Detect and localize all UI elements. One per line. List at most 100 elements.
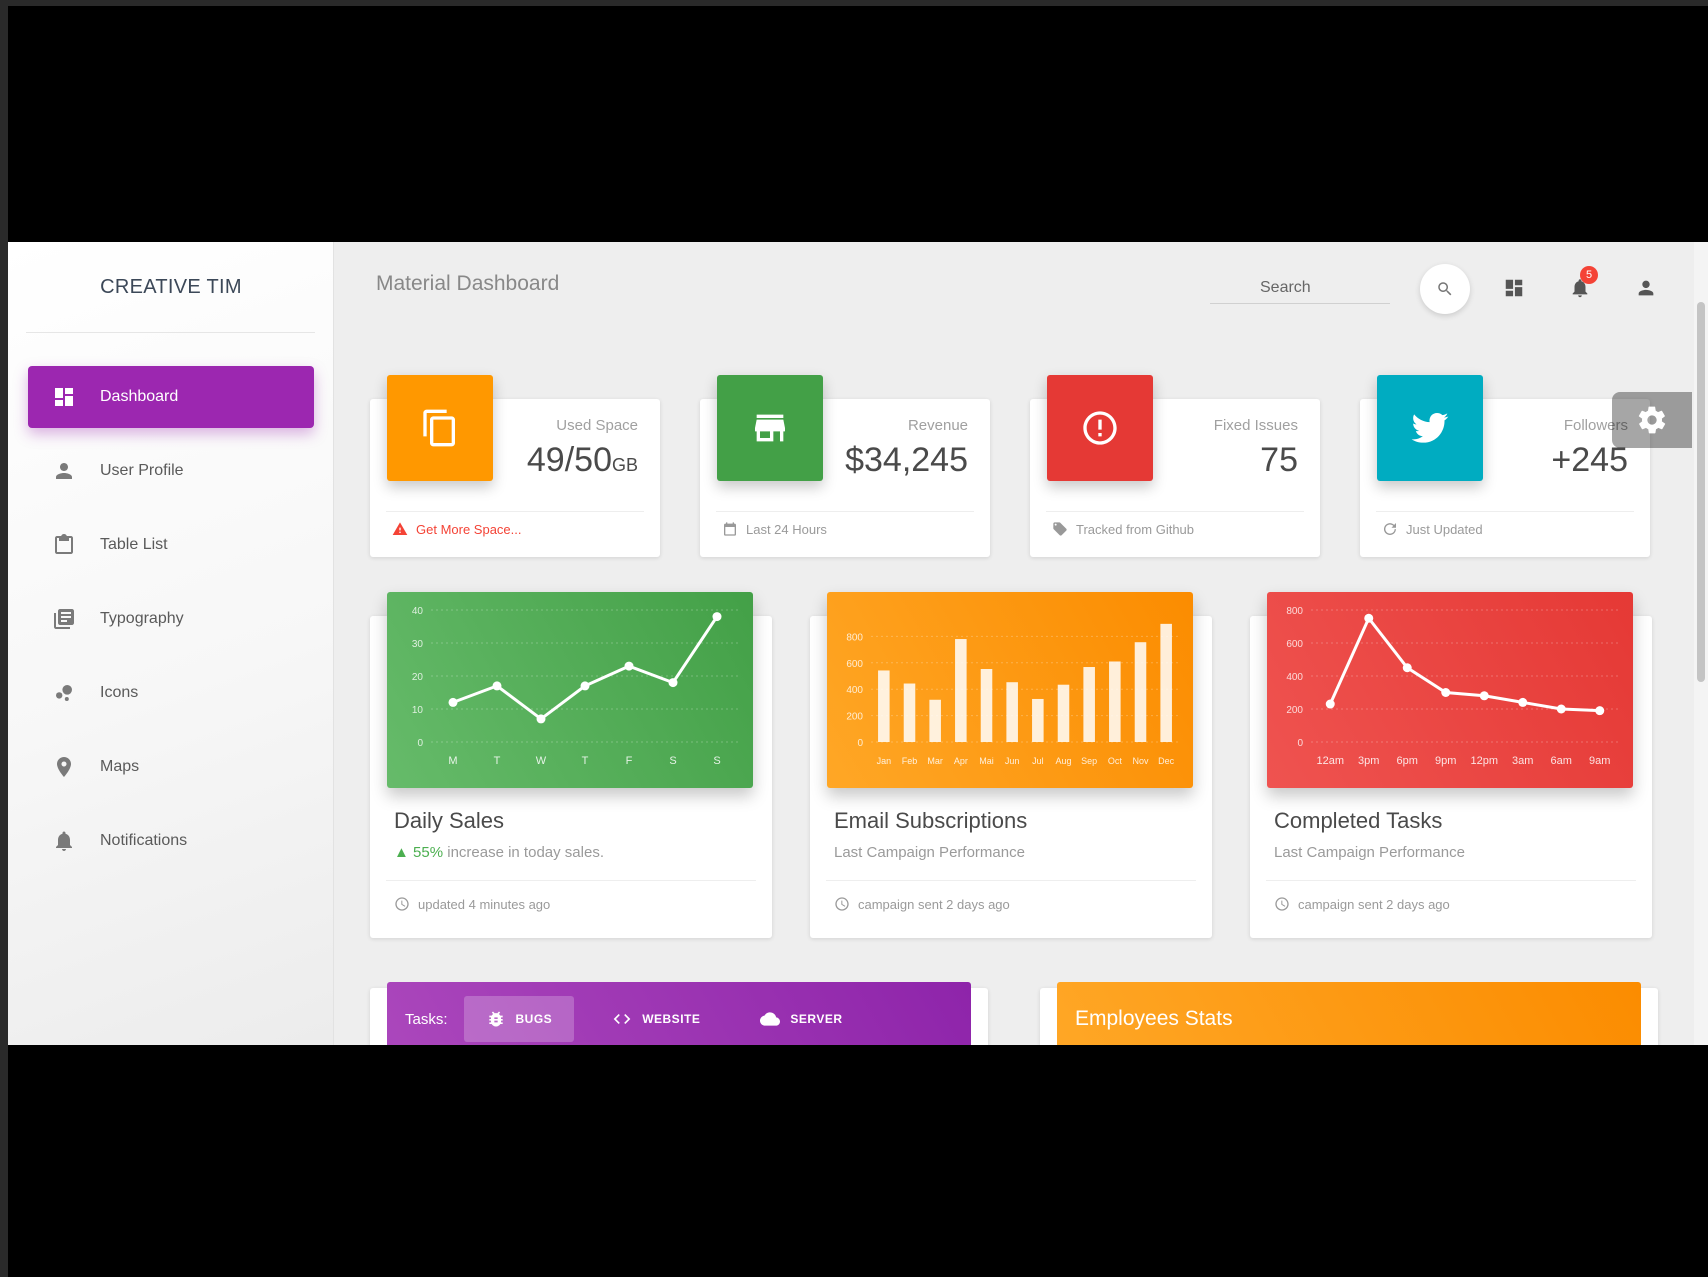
data-point (580, 681, 590, 691)
x-tick-label: Apr (954, 756, 968, 766)
clock-icon (1275, 897, 1289, 911)
brand-logo-text[interactable]: CREATIVE TIM (8, 242, 334, 332)
x-tick-label: 9am (1589, 755, 1610, 767)
x-tick-label: T (494, 755, 501, 767)
x-tick-label: Nov (1132, 756, 1149, 766)
email-subscriptions-chart[interactable]: 0 200 400 600 800 Jan Feb Mar Apr Mai Jun Jul Aug Sep… (827, 592, 1193, 788)
stat-card-revenue: Revenue $34,245 Last 24 Hours (700, 375, 990, 557)
y-tick-label: 40 (412, 606, 424, 617)
y-tick-label: 200 (1286, 705, 1303, 716)
tab-bugs[interactable]: BUGS (463, 996, 575, 1042)
data-point (536, 714, 546, 724)
daily-sales-chart[interactable]: 0 10 20 30 40 M T W T F S S (387, 592, 753, 788)
data-point (492, 681, 502, 691)
sidebar-item-label: Icons (100, 684, 139, 701)
x-tick-label: 6pm (1397, 755, 1418, 767)
stat-label: Fixed Issues (1213, 417, 1298, 434)
cloud-icon (760, 1012, 781, 1026)
bell-icon (50, 827, 78, 855)
bar (1160, 623, 1172, 742)
gear-icon (1638, 406, 1666, 434)
chart-subtitle: ▲ 55% increase in today sales. (394, 844, 604, 861)
bar (1134, 642, 1147, 742)
stat-card-used-space: Used Space 49/50GB Get More Space... (370, 375, 660, 557)
employees-stats-title: Employees Stats (1057, 982, 1641, 1045)
x-tick-label: 3pm (1358, 755, 1379, 767)
arrow-up-icon: ▲ (394, 844, 409, 861)
x-tick-label: Jan (877, 756, 892, 766)
notifications-button[interactable]: 5 (1566, 266, 1598, 302)
calendar-icon (724, 522, 736, 536)
data-point (624, 661, 634, 671)
stat-value: 49/50GB (526, 441, 638, 479)
y-tick-label: 800 (846, 632, 863, 643)
chart-footer: updated 4 minutes ago (394, 896, 550, 912)
tab-website[interactable]: WEBSITE (590, 996, 722, 1042)
twitter-icon (1377, 375, 1483, 481)
content-copy-icon (387, 375, 493, 481)
code-icon (613, 1014, 631, 1024)
clock-icon (835, 897, 849, 911)
settings-button[interactable] (1612, 392, 1692, 448)
data-point (1325, 699, 1335, 709)
stat-label: Used Space (556, 417, 638, 434)
completed-tasks-chart[interactable]: 0 200 400 600 800 12am 3pm 6pm 9pm 12pm 3am 6am 9am (1267, 592, 1633, 788)
search-input[interactable]: Search (1210, 272, 1390, 304)
x-tick-label: Jul (1032, 756, 1044, 766)
data-point (1364, 613, 1374, 623)
sidebar-item-table-list[interactable]: Table List (28, 514, 314, 576)
stat-card-fixed-issues: Fixed Issues 75 Tracked from Github (1030, 375, 1320, 557)
bar (980, 669, 993, 742)
chart-card-completed-tasks: 0 200 400 600 800 12am 3pm 6pm 9pm 12pm 3am 6am 9am … (1250, 592, 1652, 938)
x-tick-label: F (626, 755, 633, 767)
profile-button[interactable] (1632, 274, 1660, 302)
tasks-header: Tasks: BUGS WEBSITE SERVER (387, 982, 971, 1045)
data-point (1402, 663, 1412, 673)
data-point (1556, 704, 1566, 714)
y-tick-label: 20 (412, 672, 424, 683)
dashboard-icon (1505, 279, 1523, 297)
search-button[interactable] (1420, 264, 1470, 314)
sidebar-item-maps[interactable]: Maps (28, 736, 314, 798)
data-point (712, 612, 722, 622)
sidebar: CREATIVE TIM Dashboard User Profile Tabl… (8, 242, 334, 1045)
x-tick-label: Oct (1108, 756, 1123, 766)
bar (1006, 682, 1018, 742)
clipboard-icon (50, 531, 78, 559)
page-title[interactable]: Material Dashboard (376, 272, 559, 296)
bar (1083, 667, 1095, 742)
chart-title: Completed Tasks (1274, 808, 1443, 833)
x-tick-label: Feb (902, 756, 918, 766)
sidebar-item-user-profile[interactable]: User Profile (28, 440, 314, 502)
chart-footer: campaign sent 2 days ago (834, 896, 1010, 912)
sidebar-item-icons[interactable]: Icons (28, 662, 314, 724)
search-icon (1438, 282, 1452, 296)
dashboard-toggle-button[interactable] (1500, 274, 1528, 302)
stat-footer[interactable]: Get More Space... (392, 521, 522, 537)
chart-subtitle: Last Campaign Performance (834, 844, 1025, 861)
y-tick-label: 200 (846, 712, 863, 723)
sidebar-item-notifications[interactable]: Notifications (28, 810, 314, 872)
tab-server[interactable]: SERVER (738, 996, 864, 1042)
sidebar-item-typography[interactable]: Typography (28, 588, 314, 650)
dashboard-icon (50, 383, 78, 411)
bar (903, 683, 916, 742)
x-tick-label: Dec (1158, 756, 1175, 766)
stat-label: Revenue (907, 417, 968, 434)
scrollbar-thumb[interactable] (1697, 302, 1705, 682)
x-tick-label: 3am (1512, 755, 1533, 767)
brand-divider (26, 332, 315, 333)
stat-footer: Last 24 Hours (722, 521, 827, 537)
location-icon (50, 753, 78, 781)
scrollbar[interactable] (1694, 242, 1708, 1045)
warning-icon (392, 522, 408, 535)
sidebar-item-dashboard[interactable]: Dashboard (28, 366, 314, 428)
employees-card: Employees Stats (1040, 982, 1658, 1045)
x-tick-label: 12am (1316, 755, 1344, 767)
stat-card-followers: Followers +245 Just Updated (1360, 375, 1650, 557)
chart-title: Daily Sales (394, 808, 505, 833)
sidebar-item-label: Table List (100, 536, 168, 553)
data-point (1441, 688, 1451, 697)
bubble-chart-icon (50, 679, 78, 707)
data-point (1479, 691, 1489, 701)
